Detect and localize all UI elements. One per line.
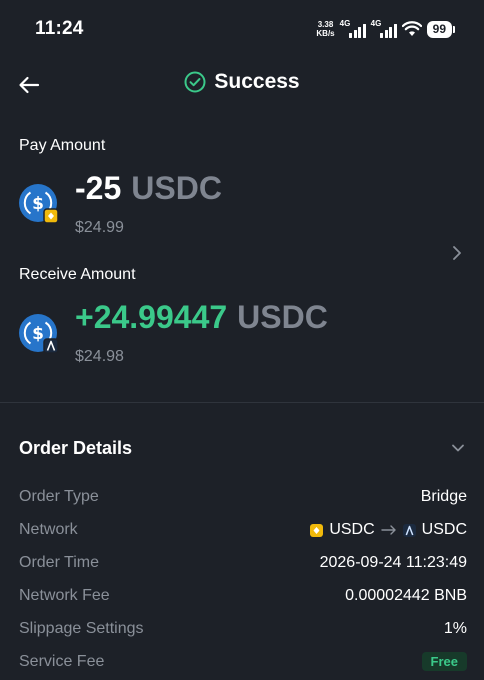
service-fee-value: Free (421, 652, 467, 671)
pay-usd-value: $24.99 (75, 219, 124, 236)
network-value: USDC USDC (310, 521, 467, 539)
receive-amount: +24.99447 USDC (75, 299, 328, 336)
pay-amount-value: -25 (75, 170, 122, 206)
network-to-token: USDC (421, 521, 467, 538)
wifi-icon (401, 21, 422, 36)
usdc-coin-icon: $ (19, 314, 59, 354)
chevron-down-icon[interactable] (450, 441, 466, 455)
pay-amount-label: Pay Amount (19, 137, 106, 154)
bnb-chain-icon (310, 523, 324, 537)
service-fee-label: Service Fee (19, 653, 105, 670)
chevron-right-icon[interactable] (450, 244, 464, 262)
page-title: Success (214, 70, 300, 93)
pay-amount: -25 USDC (75, 170, 222, 207)
svg-text:$: $ (32, 324, 44, 344)
receive-amount-value: +24.99447 (75, 299, 228, 335)
page-header: Success (0, 70, 484, 94)
slippage-settings-value: 1% (443, 620, 467, 637)
battery-indicator: 99 (426, 20, 456, 38)
sim2-signal-icon: 4G (371, 20, 397, 38)
pay-amount-unit: USDC (131, 170, 222, 206)
receive-usd-value: $24.98 (75, 348, 124, 365)
arbitrum-icon (402, 523, 416, 537)
status-time: 11:24 (35, 18, 84, 39)
usdc-coin-icon: $ (19, 184, 59, 224)
receive-amount-label: Receive Amount (19, 266, 136, 283)
order-type-value: Bridge (420, 488, 467, 505)
receive-amount-unit: USDC (237, 299, 328, 335)
network-fee-value: 0.00002442 BNB (345, 587, 467, 604)
sim1-signal-icon: 4G (340, 20, 366, 38)
network-from-token: USDC (329, 521, 375, 538)
order-details-title: Order Details (19, 438, 133, 458)
check-circle-icon (184, 71, 206, 93)
slippage-settings-label: Slippage Settings (19, 620, 144, 637)
order-time-label: Order Time (19, 554, 100, 571)
order-type-label: Order Type (19, 488, 99, 505)
network-label: Network (19, 521, 78, 538)
section-divider (0, 402, 484, 403)
order-time-value: 2026-09-24 11:23:49 (319, 554, 467, 571)
free-badge: Free (421, 652, 467, 671)
arrow-right-icon (380, 525, 396, 535)
network-speed: 3.38 KB/s (316, 20, 335, 38)
status-icons: 3.38 KB/s 4G 4G 99 (316, 17, 456, 41)
svg-text:$: $ (32, 194, 44, 214)
network-fee-label: Network Fee (19, 587, 110, 604)
